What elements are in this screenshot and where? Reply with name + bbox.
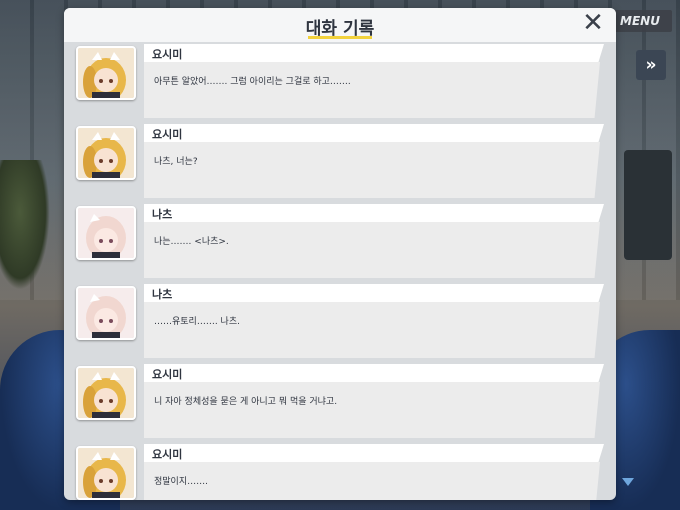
menu-button[interactable]: MENU [608,10,672,32]
speaker-name: 요시미 [152,48,183,61]
dialogue-text: 나는……. <나츠>. [154,237,229,247]
dialogue-log-panel: 대화 기록 ✕ 요시미 아무튼 알았어……. 그럼 아이리는 그걸로 하고…….… [64,8,616,500]
background-cabinet [624,150,672,260]
title-underline [308,36,372,39]
speaker-name-bar: 나츠 [144,284,604,302]
dialogue-text: 나츠, 너는? [154,157,198,167]
speaker-name: 나츠 [152,288,173,301]
speaker-name: 나츠 [152,208,173,221]
scroll-down-icon[interactable] [622,478,634,486]
speaker-name-bar: 나츠 [144,204,604,222]
close-icon: ✕ [582,8,604,38]
dialogue-text-box: 나는……. <나츠>. [144,222,600,278]
dialogue-text-box: 니 자아 정체성을 묻은 게 아니고 뭐 먹을 거냐고. [144,382,600,438]
dialogue-text-box: ……유토리……. 나츠. [144,302,600,358]
speaker-name-bar: 요시미 [144,44,604,62]
natsu-avatar [76,286,136,340]
dialogue-text: 니 자아 정체성을 묻은 게 아니고 뭐 먹을 거냐고. [154,397,338,407]
speaker-name: 요시미 [152,448,183,461]
log-entry: 요시미 니 자아 정체성을 묻은 게 아니고 뭐 먹을 거냐고. [64,364,616,442]
background-plant [0,160,50,290]
dialogue-text-box: 나츠, 너는? [144,142,600,198]
speaker-name-bar: 요시미 [144,364,604,382]
speaker-name: 요시미 [152,128,183,141]
dialogue-text-box: 정말이지……. [144,462,600,500]
log-entry: 나츠 나는……. <나츠>. [64,204,616,282]
log-entry: 요시미 아무튼 알았어……. 그럼 아이리는 그걸로 하고……. [64,44,616,122]
fast-forward-button[interactable]: » [636,50,666,80]
yoshimi-avatar [76,366,136,420]
yoshimi-avatar [76,126,136,180]
speaker-name-bar: 요시미 [144,124,604,142]
speaker-name-bar: 요시미 [144,444,604,462]
dialogue-text: 아무튼 알았어……. 그럼 아이리는 그걸로 하고……. [154,77,351,87]
log-entry: 나츠 ……유토리……. 나츠. [64,284,616,362]
speaker-name: 요시미 [152,368,183,381]
dialogue-text: 정말이지……. [154,477,208,487]
dialogue-log-list[interactable]: 요시미 아무튼 알았어……. 그럼 아이리는 그걸로 하고……. 요시미 나츠,… [64,44,616,500]
dialogue-text: ……유토리……. 나츠. [154,317,240,327]
panel-header: 대화 기록 ✕ [64,8,616,42]
natsu-avatar [76,206,136,260]
log-entry: 요시미 나츠, 너는? [64,124,616,202]
log-entry: 요시미 정말이지……. [64,444,616,500]
yoshimi-avatar [76,46,136,100]
fast-forward-icon: » [645,55,657,75]
dialogue-text-box: 아무튼 알았어……. 그럼 아이리는 그걸로 하고……. [144,62,600,118]
close-button[interactable]: ✕ [580,10,606,36]
yoshimi-avatar [76,446,136,500]
